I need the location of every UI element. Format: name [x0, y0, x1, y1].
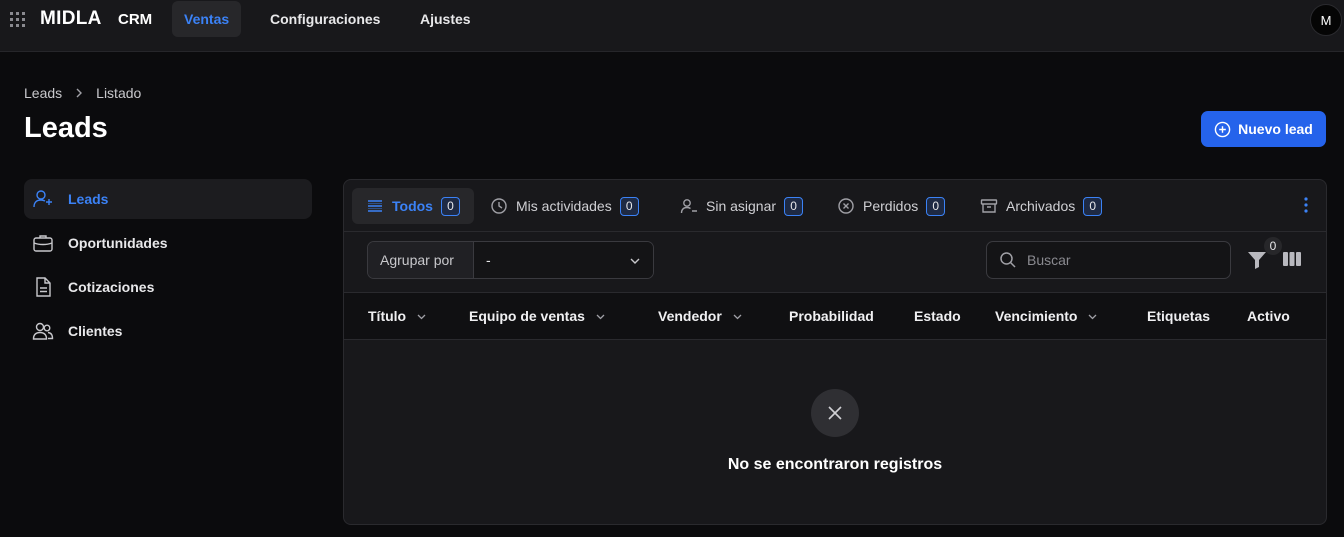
briefcase-icon	[33, 235, 53, 252]
tab-todos[interactable]: Todos 0	[352, 188, 474, 224]
chevron-right-icon	[76, 88, 83, 98]
filter-count-badge: 0	[1264, 237, 1282, 255]
search-icon	[1000, 252, 1016, 268]
tab-sin-asignar[interactable]: Sin asignar 0	[666, 188, 817, 224]
tab-bar: Todos 0 Mis actividades 0 Sin asignar 0	[344, 180, 1326, 232]
sort-chevron-icon	[417, 314, 426, 320]
app-name: CRM	[118, 11, 153, 28]
breadcrumb-leads[interactable]: Leads	[24, 85, 62, 101]
user-plus-icon	[33, 190, 52, 208]
empty-state-message: No se encontraron registros	[727, 456, 943, 473]
group-by-label: Agrupar por	[368, 242, 474, 278]
tab-count-badge: 0	[784, 196, 804, 216]
tab-archivados[interactable]: Archivados 0	[966, 188, 1116, 224]
group-by-value: -	[486, 252, 491, 268]
chevron-down-icon	[630, 258, 640, 264]
column-activo[interactable]: Activo	[1247, 293, 1290, 340]
new-lead-label: Nuevo lead	[1238, 121, 1313, 137]
sidebar-item-label: Oportunidades	[68, 235, 168, 251]
list-icon	[368, 200, 382, 212]
table-header: Título Equipo de ventas Vendedor Probabi…	[344, 292, 1326, 340]
tab-label: Todos	[392, 198, 433, 214]
column-estado[interactable]: Estado	[914, 293, 961, 340]
column-label: Probabilidad	[789, 308, 874, 324]
topnav-ventas[interactable]: Ventas	[172, 1, 242, 37]
column-label: Activo	[1247, 308, 1290, 324]
app-grid-icon[interactable]	[10, 12, 26, 28]
close-icon	[828, 406, 842, 420]
sidebar-item-label: Cotizaciones	[68, 279, 155, 295]
tab-label: Mis actividades	[516, 198, 612, 214]
sidebar-item-label: Clientes	[68, 323, 123, 339]
column-equipo-ventas[interactable]: Equipo de ventas	[469, 293, 606, 340]
x-circle-icon	[838, 198, 854, 214]
column-label: Etiquetas	[1147, 308, 1211, 324]
columns-icon[interactable]	[1282, 250, 1302, 268]
group-by-select[interactable]: -	[474, 242, 653, 278]
topnav-configuraciones[interactable]: Configuraciones	[258, 1, 392, 37]
column-label: Vencimiento	[995, 308, 1078, 324]
users-icon	[32, 322, 54, 340]
more-options-icon[interactable]	[1302, 196, 1310, 214]
archive-icon	[980, 199, 998, 213]
tab-label: Archivados	[1006, 198, 1076, 214]
user-avatar[interactable]: M	[1310, 4, 1342, 36]
column-vencimiento[interactable]: Vencimiento	[995, 293, 1098, 340]
group-by-control: Agrupar por -	[367, 241, 654, 279]
tab-count-badge: 0	[926, 196, 946, 216]
column-label: Vendedor	[658, 308, 722, 324]
sidebar-item-label: Leads	[68, 191, 109, 207]
list-toolbar: Agrupar por - 0	[344, 232, 1326, 292]
sidebar-item-cotizaciones[interactable]: Cotizaciones	[24, 267, 312, 307]
sort-chevron-icon	[1089, 314, 1097, 320]
tab-count-badge: 0	[1083, 196, 1103, 216]
column-label: Equipo de ventas	[469, 308, 585, 324]
empty-state-icon	[811, 389, 859, 437]
breadcrumb-listado: Listado	[96, 85, 142, 101]
user-minus-icon	[680, 199, 697, 214]
new-lead-button[interactable]: Nuevo lead	[1201, 111, 1326, 147]
sort-chevron-icon	[596, 314, 605, 320]
column-etiquetas[interactable]: Etiquetas	[1147, 293, 1210, 340]
sidebar: Leads Oportunidades Cotizaciones Cliente…	[24, 179, 312, 355]
tab-label: Perdidos	[863, 198, 919, 214]
tab-count-badge: 0	[619, 196, 639, 216]
top-navigation-bar: MIDLA CRM Ventas Configuraciones Ajustes…	[0, 0, 1344, 52]
sort-chevron-icon	[733, 314, 742, 320]
filter-icon[interactable]	[1247, 249, 1267, 271]
column-label: Título	[368, 308, 407, 324]
column-label: Estado	[914, 308, 961, 324]
document-icon	[36, 277, 51, 297]
clock-icon	[491, 198, 507, 214]
leads-panel: Todos 0 Mis actividades 0 Sin asignar 0	[343, 179, 1327, 525]
topnav-ajustes[interactable]: Ajustes	[408, 1, 483, 37]
plus-circle-icon	[1214, 121, 1231, 137]
column-vendedor[interactable]: Vendedor	[658, 293, 743, 340]
search-input[interactable]	[1027, 252, 1217, 268]
tab-perdidos[interactable]: Perdidos 0	[823, 188, 959, 224]
sidebar-item-oportunidades[interactable]: Oportunidades	[24, 223, 312, 263]
brand-logo[interactable]: MIDLA	[40, 8, 102, 30]
column-probabilidad[interactable]: Probabilidad	[789, 293, 874, 340]
sidebar-item-leads[interactable]: Leads	[24, 179, 312, 219]
tab-count-badge: 0	[440, 196, 460, 216]
page-title: Leads	[24, 112, 108, 144]
tab-label: Sin asignar	[706, 198, 777, 214]
sidebar-item-clientes[interactable]: Clientes	[24, 311, 312, 351]
column-titulo[interactable]: Título	[368, 293, 427, 340]
tab-mis-actividades[interactable]: Mis actividades 0	[476, 188, 653, 224]
search-box	[986, 241, 1231, 279]
breadcrumb: Leads Listado	[24, 85, 141, 101]
